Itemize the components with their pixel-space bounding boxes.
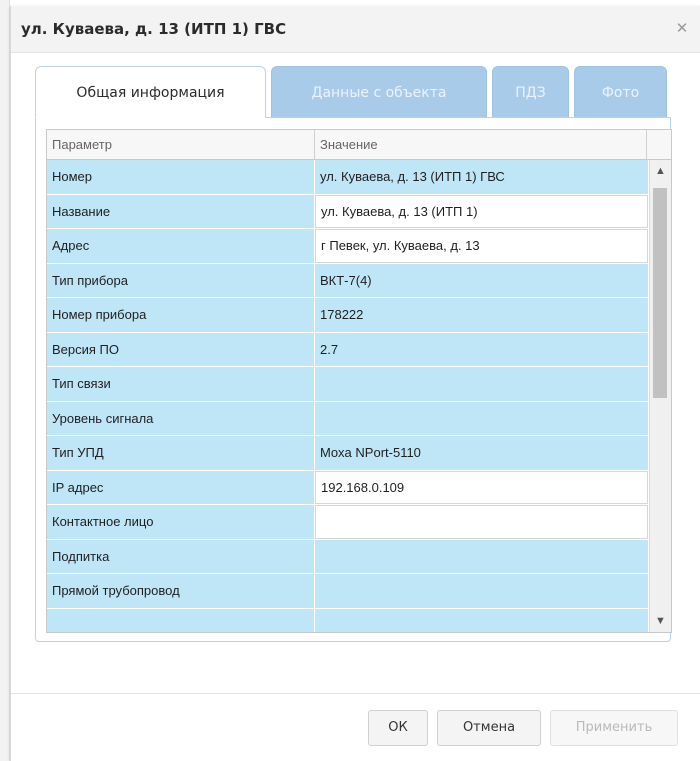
table-row[interactable]: Номер ул. Куваева, д. 13 (ИТП 1) ГВС	[47, 160, 648, 195]
param-cell: IP адрес	[47, 470, 315, 504]
table-row[interactable]: Версия ПО 2.7	[47, 332, 648, 367]
dialog-titlebar: ул. Куваева, д. 13 (ИТП 1) ГВС ✕	[11, 6, 700, 53]
close-icon[interactable]: ✕	[673, 20, 691, 38]
param-cell: Подпитка	[47, 539, 315, 573]
property-grid: Параметр Значение Номер ул. Куваева, д. 1…	[46, 129, 672, 633]
grid-header: Параметр Значение	[47, 130, 671, 160]
column-header-param[interactable]: Параметр	[47, 130, 315, 159]
apply-button[interactable]: Применить	[550, 710, 678, 746]
column-header-value[interactable]: Значение	[315, 130, 647, 159]
table-row[interactable]: Прямой трубопровод	[47, 574, 648, 609]
param-cell: Версия ПО	[47, 332, 315, 366]
table-row[interactable]: Контактное лицо	[47, 505, 648, 540]
param-cell	[47, 608, 315, 632]
tab-panel-general-info: Параметр Значение Номер ул. Куваева, д. 1…	[35, 117, 672, 642]
value-cell: 2.7	[315, 332, 648, 366]
param-cell: Контактное лицо	[47, 505, 315, 539]
param-cell: Тип УПД	[47, 436, 315, 470]
object-info-dialog: ул. Куваева, д. 13 (ИТП 1) ГВС ✕ Общая и…	[10, 6, 700, 761]
value-cell	[315, 539, 648, 573]
scroll-down-icon[interactable]: ▼	[650, 612, 671, 630]
value-cell	[315, 401, 648, 435]
table-row[interactable]: IP адрес 192.168.0.109	[47, 470, 648, 505]
grid-rows: Номер ул. Куваева, д. 13 (ИТП 1) ГВС Назва…	[47, 160, 648, 632]
param-cell: Уровень сигнала	[47, 401, 315, 435]
value-input[interactable]	[315, 505, 648, 539]
value-cell	[315, 367, 648, 401]
table-row[interactable]: Номер прибора 178222	[47, 298, 648, 333]
value-input[interactable]: г Певек, ул. Куваева, д. 13	[315, 229, 648, 263]
param-cell: Номер	[47, 160, 315, 194]
param-cell: Прямой трубопровод	[47, 574, 315, 608]
value-cell: Moxa NPort-5110	[315, 436, 648, 470]
table-row[interactable]: Тип прибора ВКТ-7(4)	[47, 263, 648, 298]
tab-bar: Общая информация Данные с объекта ПДЗ Фо…	[35, 66, 675, 118]
param-cell: Адрес	[47, 229, 315, 263]
scroll-thumb[interactable]	[653, 188, 667, 398]
value-cell: ул. Куваева, д. 13 (ИТП 1) ГВС	[315, 160, 648, 194]
table-row[interactable]: Подпитка	[47, 539, 648, 574]
tab-general-info[interactable]: Общая информация	[35, 66, 266, 118]
cancel-button[interactable]: Отмена	[437, 710, 541, 746]
value-cell	[315, 574, 648, 608]
table-row[interactable]: Адрес г Певек, ул. Куваева, д. 13	[47, 229, 648, 264]
param-cell: Номер прибора	[47, 298, 315, 332]
tab-pdz[interactable]: ПДЗ	[492, 66, 569, 118]
value-input[interactable]: 192.168.0.109	[315, 470, 648, 504]
value-cell: ВКТ-7(4)	[315, 263, 648, 297]
footer-divider	[11, 693, 700, 694]
dialog-title: ул. Куваева, д. 13 (ИТП 1) ГВС	[21, 20, 287, 38]
param-cell: Тип связи	[47, 367, 315, 401]
param-cell: Тип прибора	[47, 263, 315, 297]
grid-scrollbar[interactable]: ▲ ▼	[649, 160, 671, 632]
value-cell: 178222	[315, 298, 648, 332]
param-cell: Название	[47, 194, 315, 228]
value-cell	[315, 608, 648, 632]
table-row[interactable]: Тип связи	[47, 367, 648, 402]
table-row[interactable]: Уровень сигнала	[47, 401, 648, 436]
table-row[interactable]: Название ул. Куваева, д. 13 (ИТП 1)	[47, 194, 648, 229]
tab-photo[interactable]: Фото	[574, 66, 667, 118]
background-window-edge	[0, 0, 10, 761]
scroll-up-icon[interactable]: ▲	[650, 162, 671, 180]
tab-object-data[interactable]: Данные с объекта	[271, 66, 487, 118]
table-row[interactable]: Тип УПД Moxa NPort-5110	[47, 436, 648, 471]
table-row[interactable]	[47, 608, 648, 632]
ok-button[interactable]: ОК	[368, 710, 428, 746]
value-input[interactable]: ул. Куваева, д. 13 (ИТП 1)	[315, 194, 648, 228]
